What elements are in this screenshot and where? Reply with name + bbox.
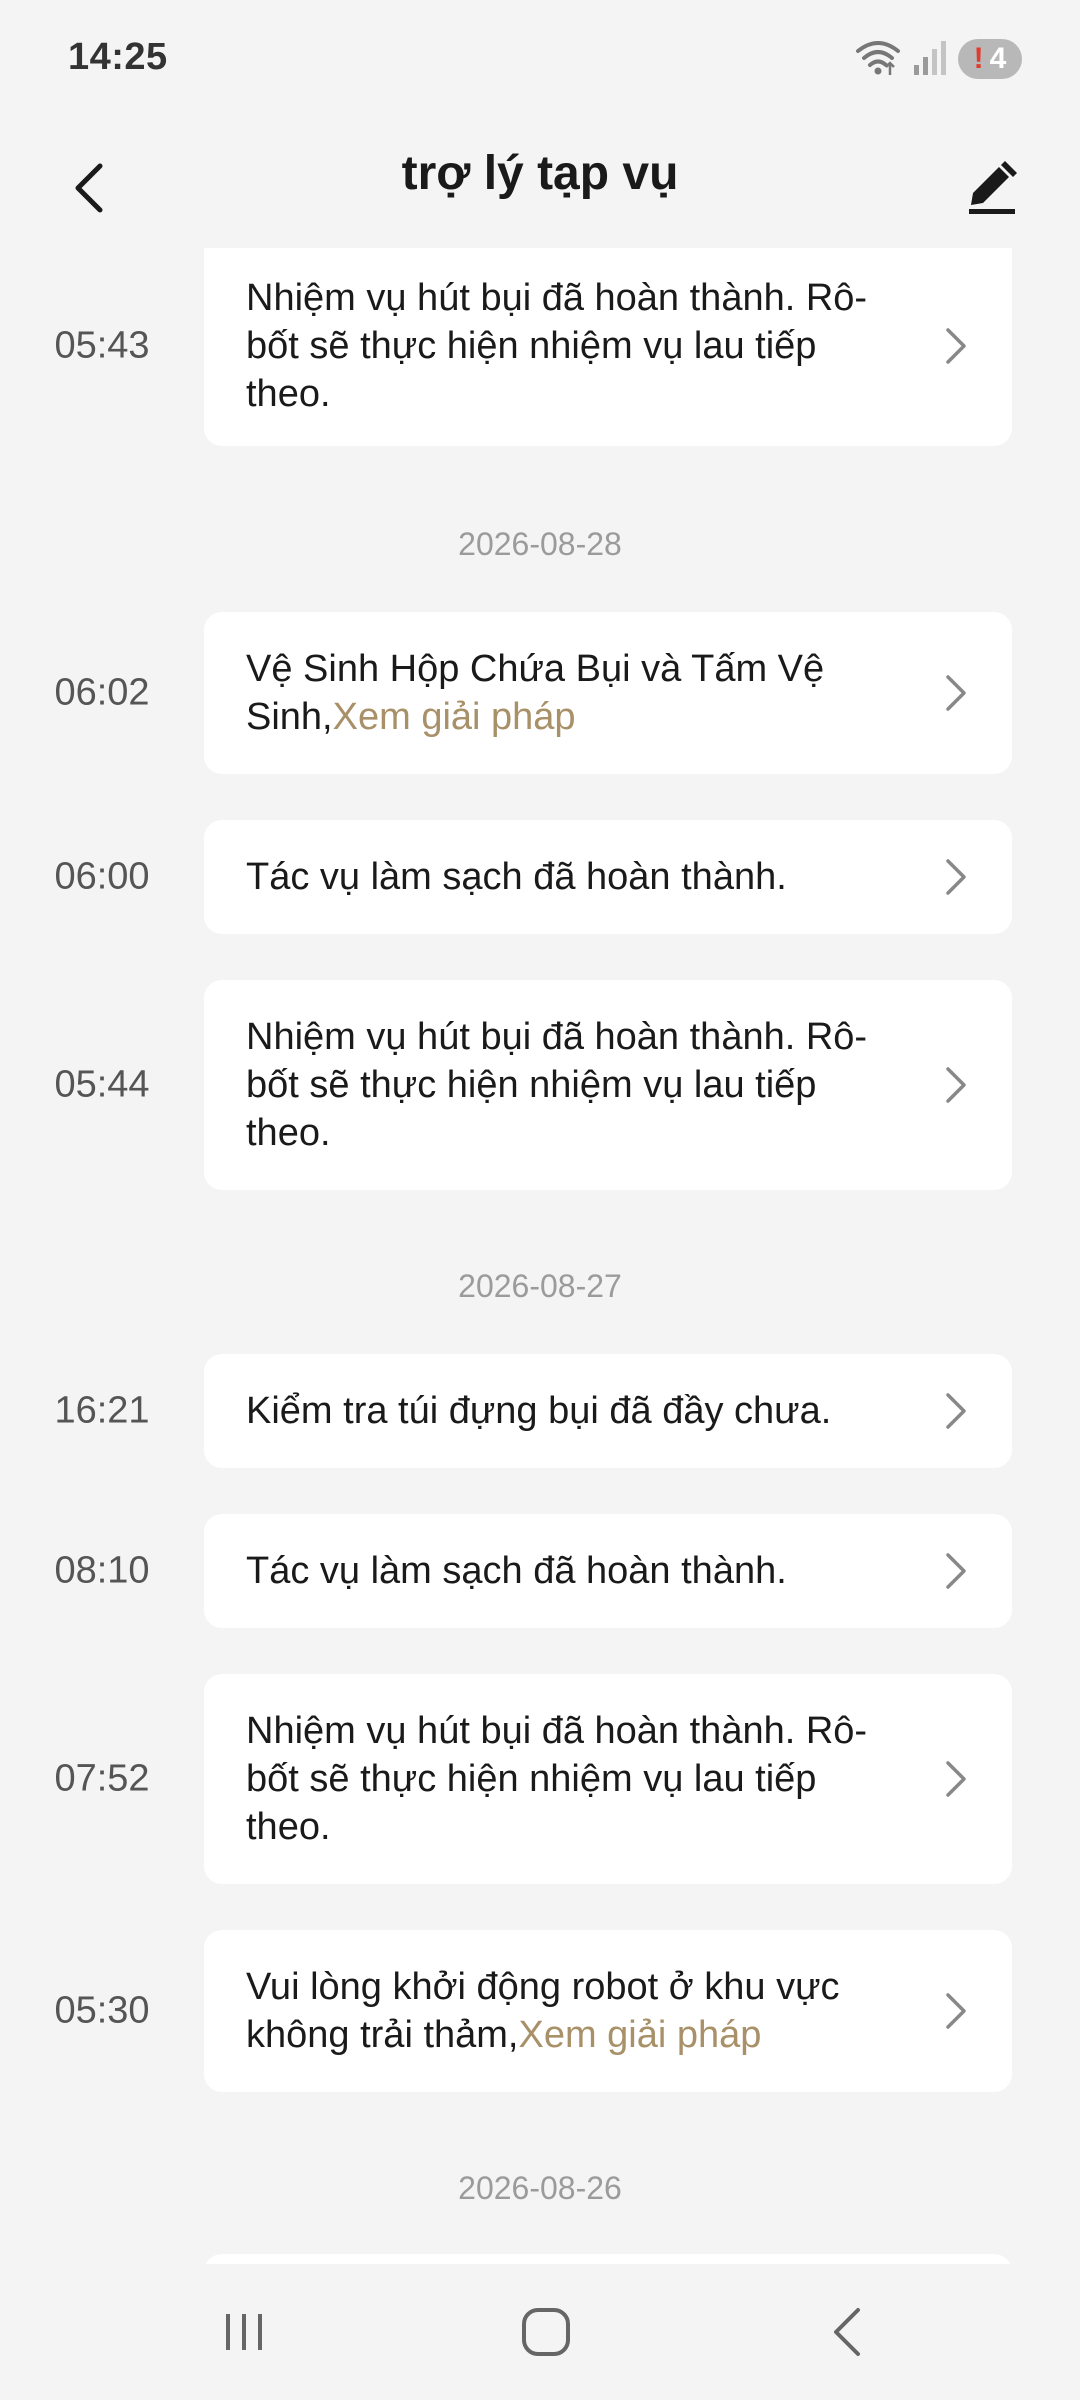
date-separator: 2026-08-28 xyxy=(458,526,622,562)
item-time: 07:52 xyxy=(54,1757,150,1800)
item-time: 06:00 xyxy=(54,855,150,898)
item-card[interactable]: Nhiệm vụ hút bụi đã hoàn thành. Rô-bốt s… xyxy=(204,248,1012,446)
item-message: Nhiệm vụ hút bụi đã hoàn thành. Rô-bốt s… xyxy=(246,1710,868,1848)
item-text: Nhiệm vụ hút bụi đã hoàn thành. Rô-bốt s… xyxy=(204,1707,1012,1851)
chevron-right-icon xyxy=(946,1553,966,1589)
chevron-right-icon xyxy=(946,1067,966,1103)
item-text: Vui lòng khởi động robot ở khu vực không… xyxy=(204,1963,1012,2059)
item-time: 05:30 xyxy=(54,1989,150,2032)
list-item-partial[interactable] xyxy=(204,2254,1012,2264)
chevron-right-icon xyxy=(946,1393,966,1429)
item-message: Tác vụ làm sạch đã hoàn thành. xyxy=(246,856,787,898)
wifi-icon xyxy=(854,37,902,82)
edit-button[interactable] xyxy=(948,140,1036,236)
list-item[interactable]: 07:52 Nhiệm vụ hút bụi đã hoàn thành. Rô… xyxy=(0,1674,1080,1884)
list-item[interactable]: 05:44 Nhiệm vụ hút bụi đã hoàn thành. Rô… xyxy=(0,980,1080,1190)
chevron-right-icon xyxy=(946,859,966,895)
date-separator: 2026-08-27 xyxy=(458,1268,622,1304)
item-time: 05:43 xyxy=(54,324,150,367)
item-time: 05:44 xyxy=(54,1063,150,1106)
chevron-right-icon xyxy=(946,1761,966,1797)
chevron-right-icon xyxy=(946,1993,966,2029)
item-card[interactable]: Vui lòng khởi động robot ở khu vực không… xyxy=(204,1930,1012,2092)
item-card[interactable]: Vệ Sinh Hộp Chứa Bụi và Tấm Vệ Sinh,Xem … xyxy=(204,612,1012,774)
back-icon xyxy=(834,2308,860,2356)
home-icon xyxy=(522,2308,570,2356)
page-title: trợ lý tạp vụ xyxy=(401,147,679,200)
chevron-right-icon xyxy=(946,328,966,364)
item-time: 16:21 xyxy=(54,1389,150,1432)
status-bar: 14:25 ! 4 xyxy=(0,0,1080,118)
item-card[interactable]: Tác vụ làm sạch đã hoàn thành. xyxy=(204,820,1012,934)
recent-apps-button[interactable] xyxy=(184,2284,304,2380)
item-card[interactable]: Kiểm tra túi đựng bụi đã đầy chưa. xyxy=(204,1354,1012,1468)
view-solution-link[interactable]: Xem giải pháp xyxy=(518,2014,761,2056)
item-text: Nhiệm vụ hút bụi đã hoàn thành. Rô-bốt s… xyxy=(204,1013,1012,1157)
item-message: Kiểm tra túi đựng bụi đã đầy chưa. xyxy=(246,1390,832,1432)
status-icons: ! 4 xyxy=(854,38,1022,80)
nav-back-button[interactable] xyxy=(788,2284,908,2380)
item-text: Vệ Sinh Hộp Chứa Bụi và Tấm Vệ Sinh,Xem … xyxy=(204,645,1012,741)
list-item[interactable]: 06:00 Tác vụ làm sạch đã hoàn thành. xyxy=(0,820,1080,934)
item-card[interactable]: Nhiệm vụ hút bụi đã hoàn thành. Rô-bốt s… xyxy=(204,980,1012,1190)
item-message: Tác vụ làm sạch đã hoàn thành. xyxy=(246,1550,787,1592)
item-text: Nhiệm vụ hút bụi đã hoàn thành. Rô-bốt s… xyxy=(204,274,1012,418)
item-text: Kiểm tra túi đựng bụi đã đầy chưa. xyxy=(204,1387,941,1435)
item-time: 06:02 xyxy=(54,671,150,714)
chevron-right-icon xyxy=(946,675,966,711)
screen: 14:25 ! 4 trợ lý tạp vụ 05:43 Nhiệm vụ h… xyxy=(0,0,1080,2400)
recent-apps-icon xyxy=(226,2314,262,2350)
list-item[interactable]: 08:10 Tác vụ làm sạch đã hoàn thành. xyxy=(0,1514,1080,1628)
alert-mark: ! xyxy=(973,42,984,75)
system-nav-bar xyxy=(0,2264,1080,2400)
badge-count: 4 xyxy=(989,42,1007,75)
notification-badge: ! 4 xyxy=(958,39,1022,79)
notification-list[interactable]: 05:43 Nhiệm vụ hút bụi đã hoàn thành. Rô… xyxy=(0,248,1080,2264)
view-solution-link[interactable]: Xem giải pháp xyxy=(333,696,576,738)
home-button[interactable] xyxy=(486,2284,606,2380)
list-item[interactable]: 06:02 Vệ Sinh Hộp Chứa Bụi và Tấm Vệ Sin… xyxy=(0,612,1080,774)
status-time: 14:25 xyxy=(68,36,168,78)
item-message: Nhiệm vụ hút bụi đã hoàn thành. Rô-bốt s… xyxy=(246,277,868,415)
item-card[interactable]: Nhiệm vụ hút bụi đã hoàn thành. Rô-bốt s… xyxy=(204,1674,1012,1884)
date-separator: 2026-08-26 xyxy=(458,2170,622,2206)
item-time: 08:10 xyxy=(54,1549,150,1592)
item-text: Tác vụ làm sạch đã hoàn thành. xyxy=(204,853,897,901)
item-text: Tác vụ làm sạch đã hoàn thành. xyxy=(204,1547,897,1595)
list-item[interactable]: 16:21 Kiểm tra túi đựng bụi đã đầy chưa. xyxy=(0,1354,1080,1468)
edit-icon xyxy=(969,161,1017,214)
list-item[interactable]: 05:43 Nhiệm vụ hút bụi đã hoàn thành. Rô… xyxy=(0,248,1080,446)
list-item[interactable]: 05:30 Vui lòng khởi động robot ở khu vực… xyxy=(0,1930,1080,2092)
item-message: Nhiệm vụ hút bụi đã hoàn thành. Rô-bốt s… xyxy=(246,1016,868,1154)
header: trợ lý tạp vụ xyxy=(0,118,1080,248)
item-card[interactable]: Tác vụ làm sạch đã hoàn thành. xyxy=(204,1514,1012,1628)
signal-icon xyxy=(912,37,948,82)
